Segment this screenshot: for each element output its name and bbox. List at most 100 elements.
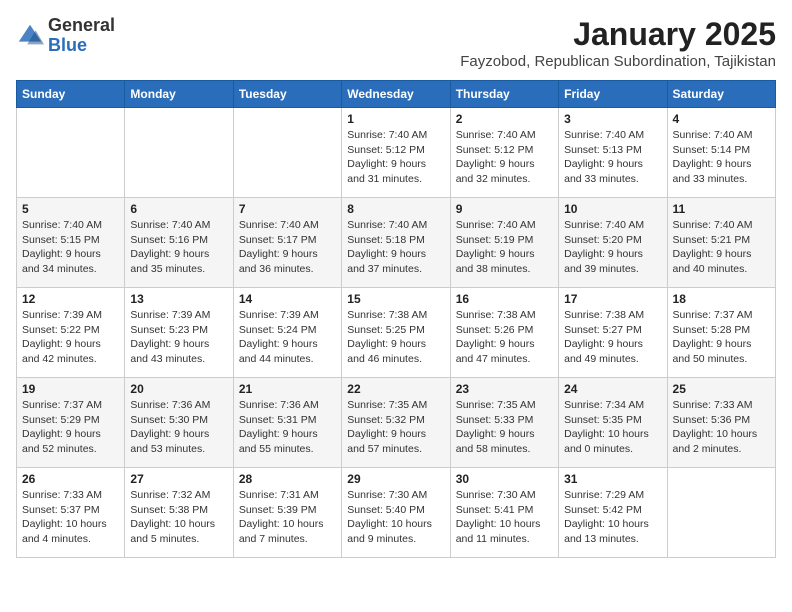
calendar-day-cell: 7 Sunrise: 7:40 AM Sunset: 5:17 PM Daylig… bbox=[233, 198, 341, 288]
day-info: Sunrise: 7:37 AM Sunset: 5:28 PM Dayligh… bbox=[673, 308, 770, 367]
day-info: Sunrise: 7:38 AM Sunset: 5:26 PM Dayligh… bbox=[456, 308, 553, 367]
calendar-day-cell: 15 Sunrise: 7:38 AM Sunset: 5:25 PM Dayli… bbox=[342, 288, 450, 378]
day-info: Sunrise: 7:40 AM Sunset: 5:16 PM Dayligh… bbox=[130, 218, 227, 277]
logo-icon bbox=[16, 22, 44, 50]
calendar-day-cell: 21 Sunrise: 7:36 AM Sunset: 5:31 PM Dayli… bbox=[233, 378, 341, 468]
day-number: 5 bbox=[22, 202, 119, 216]
calendar-day-cell: 22 Sunrise: 7:35 AM Sunset: 5:32 PM Dayli… bbox=[342, 378, 450, 468]
day-number: 1 bbox=[347, 112, 444, 126]
calendar-day-cell: 17 Sunrise: 7:38 AM Sunset: 5:27 PM Dayli… bbox=[559, 288, 667, 378]
weekday-header-monday: Monday bbox=[125, 81, 233, 108]
day-number: 18 bbox=[673, 292, 770, 306]
day-info: Sunrise: 7:36 AM Sunset: 5:31 PM Dayligh… bbox=[239, 398, 336, 457]
day-number: 29 bbox=[347, 472, 444, 486]
day-info: Sunrise: 7:39 AM Sunset: 5:24 PM Dayligh… bbox=[239, 308, 336, 367]
day-info: Sunrise: 7:40 AM Sunset: 5:12 PM Dayligh… bbox=[456, 128, 553, 187]
page-header: General Blue January 2025 Fayzobod, Repu… bbox=[16, 16, 776, 70]
calendar-day-cell: 31 Sunrise: 7:29 AM Sunset: 5:42 PM Dayli… bbox=[559, 468, 667, 558]
calendar-empty-cell bbox=[233, 108, 341, 198]
day-info: Sunrise: 7:33 AM Sunset: 5:37 PM Dayligh… bbox=[22, 488, 119, 547]
day-info: Sunrise: 7:40 AM Sunset: 5:18 PM Dayligh… bbox=[347, 218, 444, 277]
calendar-day-cell: 19Sunrise: 7:37 AM Sunset: 5:29 PM Dayli… bbox=[17, 378, 125, 468]
day-number: 27 bbox=[130, 472, 227, 486]
day-info: Sunrise: 7:40 AM Sunset: 5:21 PM Dayligh… bbox=[673, 218, 770, 277]
day-info: Sunrise: 7:40 AM Sunset: 5:12 PM Dayligh… bbox=[347, 128, 444, 187]
weekday-header-thursday: Thursday bbox=[450, 81, 558, 108]
day-number: 24 bbox=[564, 382, 661, 396]
day-info: Sunrise: 7:29 AM Sunset: 5:42 PM Dayligh… bbox=[564, 488, 661, 547]
day-info: Sunrise: 7:38 AM Sunset: 5:25 PM Dayligh… bbox=[347, 308, 444, 367]
day-number: 16 bbox=[456, 292, 553, 306]
day-info: Sunrise: 7:38 AM Sunset: 5:27 PM Dayligh… bbox=[564, 308, 661, 367]
calendar-week-row: 5Sunrise: 7:40 AM Sunset: 5:15 PM Daylig… bbox=[17, 198, 776, 288]
calendar-day-cell: 13 Sunrise: 7:39 AM Sunset: 5:23 PM Dayli… bbox=[125, 288, 233, 378]
day-info: Sunrise: 7:34 AM Sunset: 5:35 PM Dayligh… bbox=[564, 398, 661, 457]
weekday-header-wednesday: Wednesday bbox=[342, 81, 450, 108]
day-info: Sunrise: 7:40 AM Sunset: 5:20 PM Dayligh… bbox=[564, 218, 661, 277]
day-number: 8 bbox=[347, 202, 444, 216]
calendar-day-cell: 23 Sunrise: 7:35 AM Sunset: 5:33 PM Dayli… bbox=[450, 378, 558, 468]
day-number: 4 bbox=[673, 112, 770, 126]
day-number: 21 bbox=[239, 382, 336, 396]
calendar-title: January 2025 bbox=[460, 16, 776, 53]
day-number: 9 bbox=[456, 202, 553, 216]
calendar-day-cell: 1 Sunrise: 7:40 AM Sunset: 5:12 PM Daylig… bbox=[342, 108, 450, 198]
calendar-day-cell: 20 Sunrise: 7:36 AM Sunset: 5:30 PM Dayli… bbox=[125, 378, 233, 468]
day-number: 13 bbox=[130, 292, 227, 306]
day-info: Sunrise: 7:40 AM Sunset: 5:19 PM Dayligh… bbox=[456, 218, 553, 277]
weekday-header-friday: Friday bbox=[559, 81, 667, 108]
day-info: Sunrise: 7:31 AM Sunset: 5:39 PM Dayligh… bbox=[239, 488, 336, 547]
day-info: Sunrise: 7:33 AM Sunset: 5:36 PM Dayligh… bbox=[673, 398, 770, 457]
calendar-day-cell: 4 Sunrise: 7:40 AM Sunset: 5:14 PM Daylig… bbox=[667, 108, 775, 198]
day-number: 2 bbox=[456, 112, 553, 126]
calendar-day-cell: 3Sunrise: 7:40 AM Sunset: 5:13 PM Daylig… bbox=[559, 108, 667, 198]
calendar-week-row: 1 Sunrise: 7:40 AM Sunset: 5:12 PM Daylig… bbox=[17, 108, 776, 198]
calendar-day-cell: 24 Sunrise: 7:34 AM Sunset: 5:35 PM Dayli… bbox=[559, 378, 667, 468]
day-number: 23 bbox=[456, 382, 553, 396]
day-info: Sunrise: 7:30 AM Sunset: 5:41 PM Dayligh… bbox=[456, 488, 553, 547]
day-info: Sunrise: 7:30 AM Sunset: 5:40 PM Dayligh… bbox=[347, 488, 444, 547]
calendar-week-row: 12Sunrise: 7:39 AM Sunset: 5:22 PM Dayli… bbox=[17, 288, 776, 378]
day-number: 26 bbox=[22, 472, 119, 486]
day-info: Sunrise: 7:35 AM Sunset: 5:33 PM Dayligh… bbox=[456, 398, 553, 457]
calendar-day-cell: 9 Sunrise: 7:40 AM Sunset: 5:19 PM Daylig… bbox=[450, 198, 558, 288]
calendar-week-row: 19Sunrise: 7:37 AM Sunset: 5:29 PM Dayli… bbox=[17, 378, 776, 468]
day-number: 22 bbox=[347, 382, 444, 396]
day-info: Sunrise: 7:35 AM Sunset: 5:32 PM Dayligh… bbox=[347, 398, 444, 457]
day-number: 19 bbox=[22, 382, 119, 396]
calendar-day-cell: 29 Sunrise: 7:30 AM Sunset: 5:40 PM Dayli… bbox=[342, 468, 450, 558]
weekday-header-tuesday: Tuesday bbox=[233, 81, 341, 108]
day-number: 31 bbox=[564, 472, 661, 486]
day-number: 30 bbox=[456, 472, 553, 486]
calendar-day-cell: 28 Sunrise: 7:31 AM Sunset: 5:39 PM Dayli… bbox=[233, 468, 341, 558]
calendar-day-cell: 14Sunrise: 7:39 AM Sunset: 5:24 PM Dayli… bbox=[233, 288, 341, 378]
calendar-location: Fayzobod, Republican Subordination, Taji… bbox=[460, 53, 776, 70]
calendar-day-cell: 12Sunrise: 7:39 AM Sunset: 5:22 PM Dayli… bbox=[17, 288, 125, 378]
calendar-empty-cell bbox=[125, 108, 233, 198]
day-number: 6 bbox=[130, 202, 227, 216]
day-info: Sunrise: 7:40 AM Sunset: 5:14 PM Dayligh… bbox=[673, 128, 770, 187]
logo: General Blue bbox=[16, 16, 115, 56]
calendar-week-row: 26 Sunrise: 7:33 AM Sunset: 5:37 PM Dayli… bbox=[17, 468, 776, 558]
day-number: 7 bbox=[239, 202, 336, 216]
calendar-day-cell: 8 Sunrise: 7:40 AM Sunset: 5:18 PM Daylig… bbox=[342, 198, 450, 288]
day-number: 10 bbox=[564, 202, 661, 216]
calendar-day-cell: 26 Sunrise: 7:33 AM Sunset: 5:37 PM Dayli… bbox=[17, 468, 125, 558]
day-number: 20 bbox=[130, 382, 227, 396]
day-number: 28 bbox=[239, 472, 336, 486]
logo-blue-text: Blue bbox=[48, 36, 115, 56]
day-number: 15 bbox=[347, 292, 444, 306]
day-number: 11 bbox=[673, 202, 770, 216]
title-block: January 2025 Fayzobod, Republican Subord… bbox=[460, 16, 776, 70]
day-info: Sunrise: 7:39 AM Sunset: 5:23 PM Dayligh… bbox=[130, 308, 227, 367]
day-info: Sunrise: 7:36 AM Sunset: 5:30 PM Dayligh… bbox=[130, 398, 227, 457]
day-info: Sunrise: 7:40 AM Sunset: 5:17 PM Dayligh… bbox=[239, 218, 336, 277]
calendar-day-cell: 25 Sunrise: 7:33 AM Sunset: 5:36 PM Dayli… bbox=[667, 378, 775, 468]
calendar-day-cell: 5Sunrise: 7:40 AM Sunset: 5:15 PM Daylig… bbox=[17, 198, 125, 288]
calendar-day-cell: 6 Sunrise: 7:40 AM Sunset: 5:16 PM Daylig… bbox=[125, 198, 233, 288]
day-number: 17 bbox=[564, 292, 661, 306]
calendar-day-cell: 16 Sunrise: 7:38 AM Sunset: 5:26 PM Dayli… bbox=[450, 288, 558, 378]
day-number: 3 bbox=[564, 112, 661, 126]
day-info: Sunrise: 7:32 AM Sunset: 5:38 PM Dayligh… bbox=[130, 488, 227, 547]
day-number: 25 bbox=[673, 382, 770, 396]
